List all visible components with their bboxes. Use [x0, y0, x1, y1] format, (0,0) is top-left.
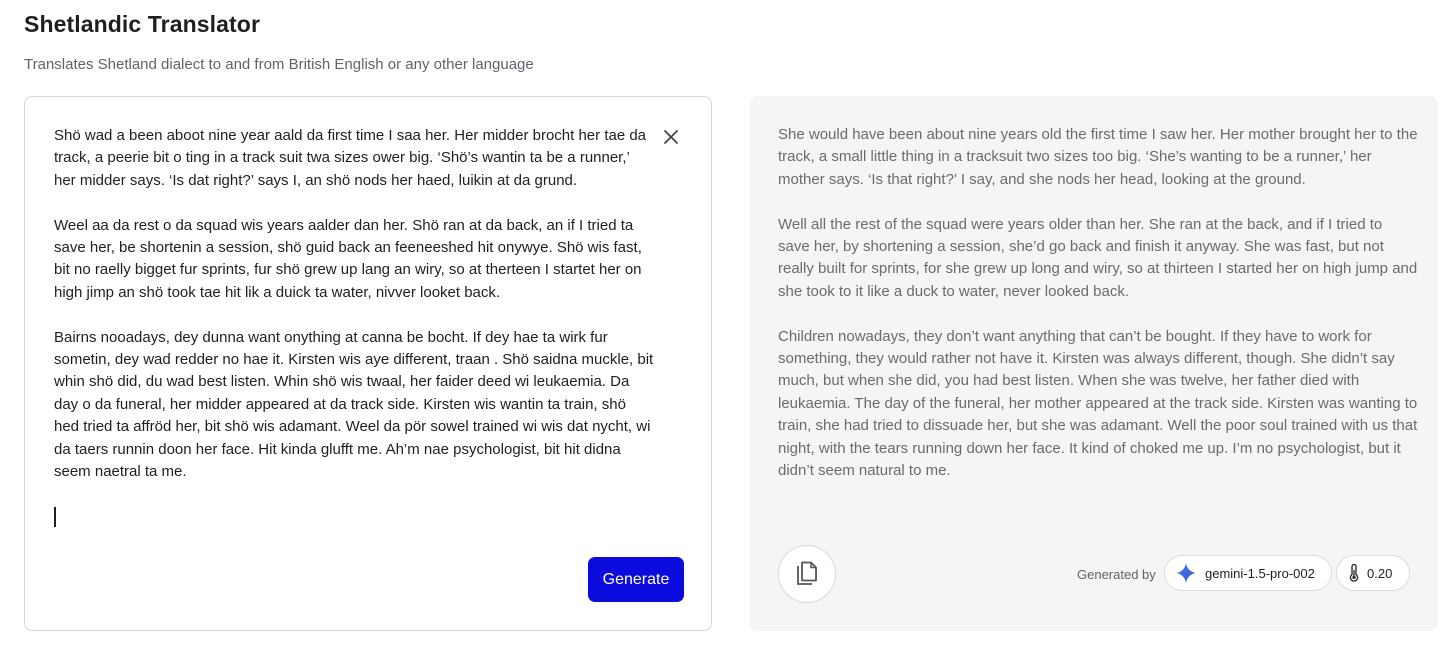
app-title: Shetlandic Translator — [24, 11, 260, 37]
copy-icon — [797, 561, 817, 585]
clear-button[interactable] — [659, 125, 683, 149]
translation-output: She would have been about nine years old… — [778, 126, 1418, 480]
copy-button[interactable] — [778, 545, 836, 603]
input-panel: Shö wad a been aboot nine year aald da f… — [24, 96, 712, 631]
generate-button[interactable]: Generate — [588, 557, 684, 602]
model-name: gemini-1.5-pro-002 — [1205, 565, 1315, 581]
model-chip[interactable]: gemini-1.5-pro-002 — [1164, 555, 1332, 591]
temperature-chip[interactable]: 0.20 — [1336, 555, 1410, 591]
output-panel: She would have been about nine years old… — [750, 96, 1438, 631]
generated-by-label: Generated by — [1077, 567, 1156, 582]
close-icon — [664, 130, 678, 144]
temperature-value: 0.20 — [1367, 565, 1393, 581]
thermometer-icon — [1349, 564, 1359, 582]
text-caret — [54, 507, 56, 527]
app-subtitle: Translates Shetland dialect to and from … — [24, 56, 534, 73]
source-text-input[interactable]: Shö wad a been aboot nine year aald da f… — [54, 125, 654, 484]
gemini-sparkle-icon — [1176, 563, 1196, 583]
